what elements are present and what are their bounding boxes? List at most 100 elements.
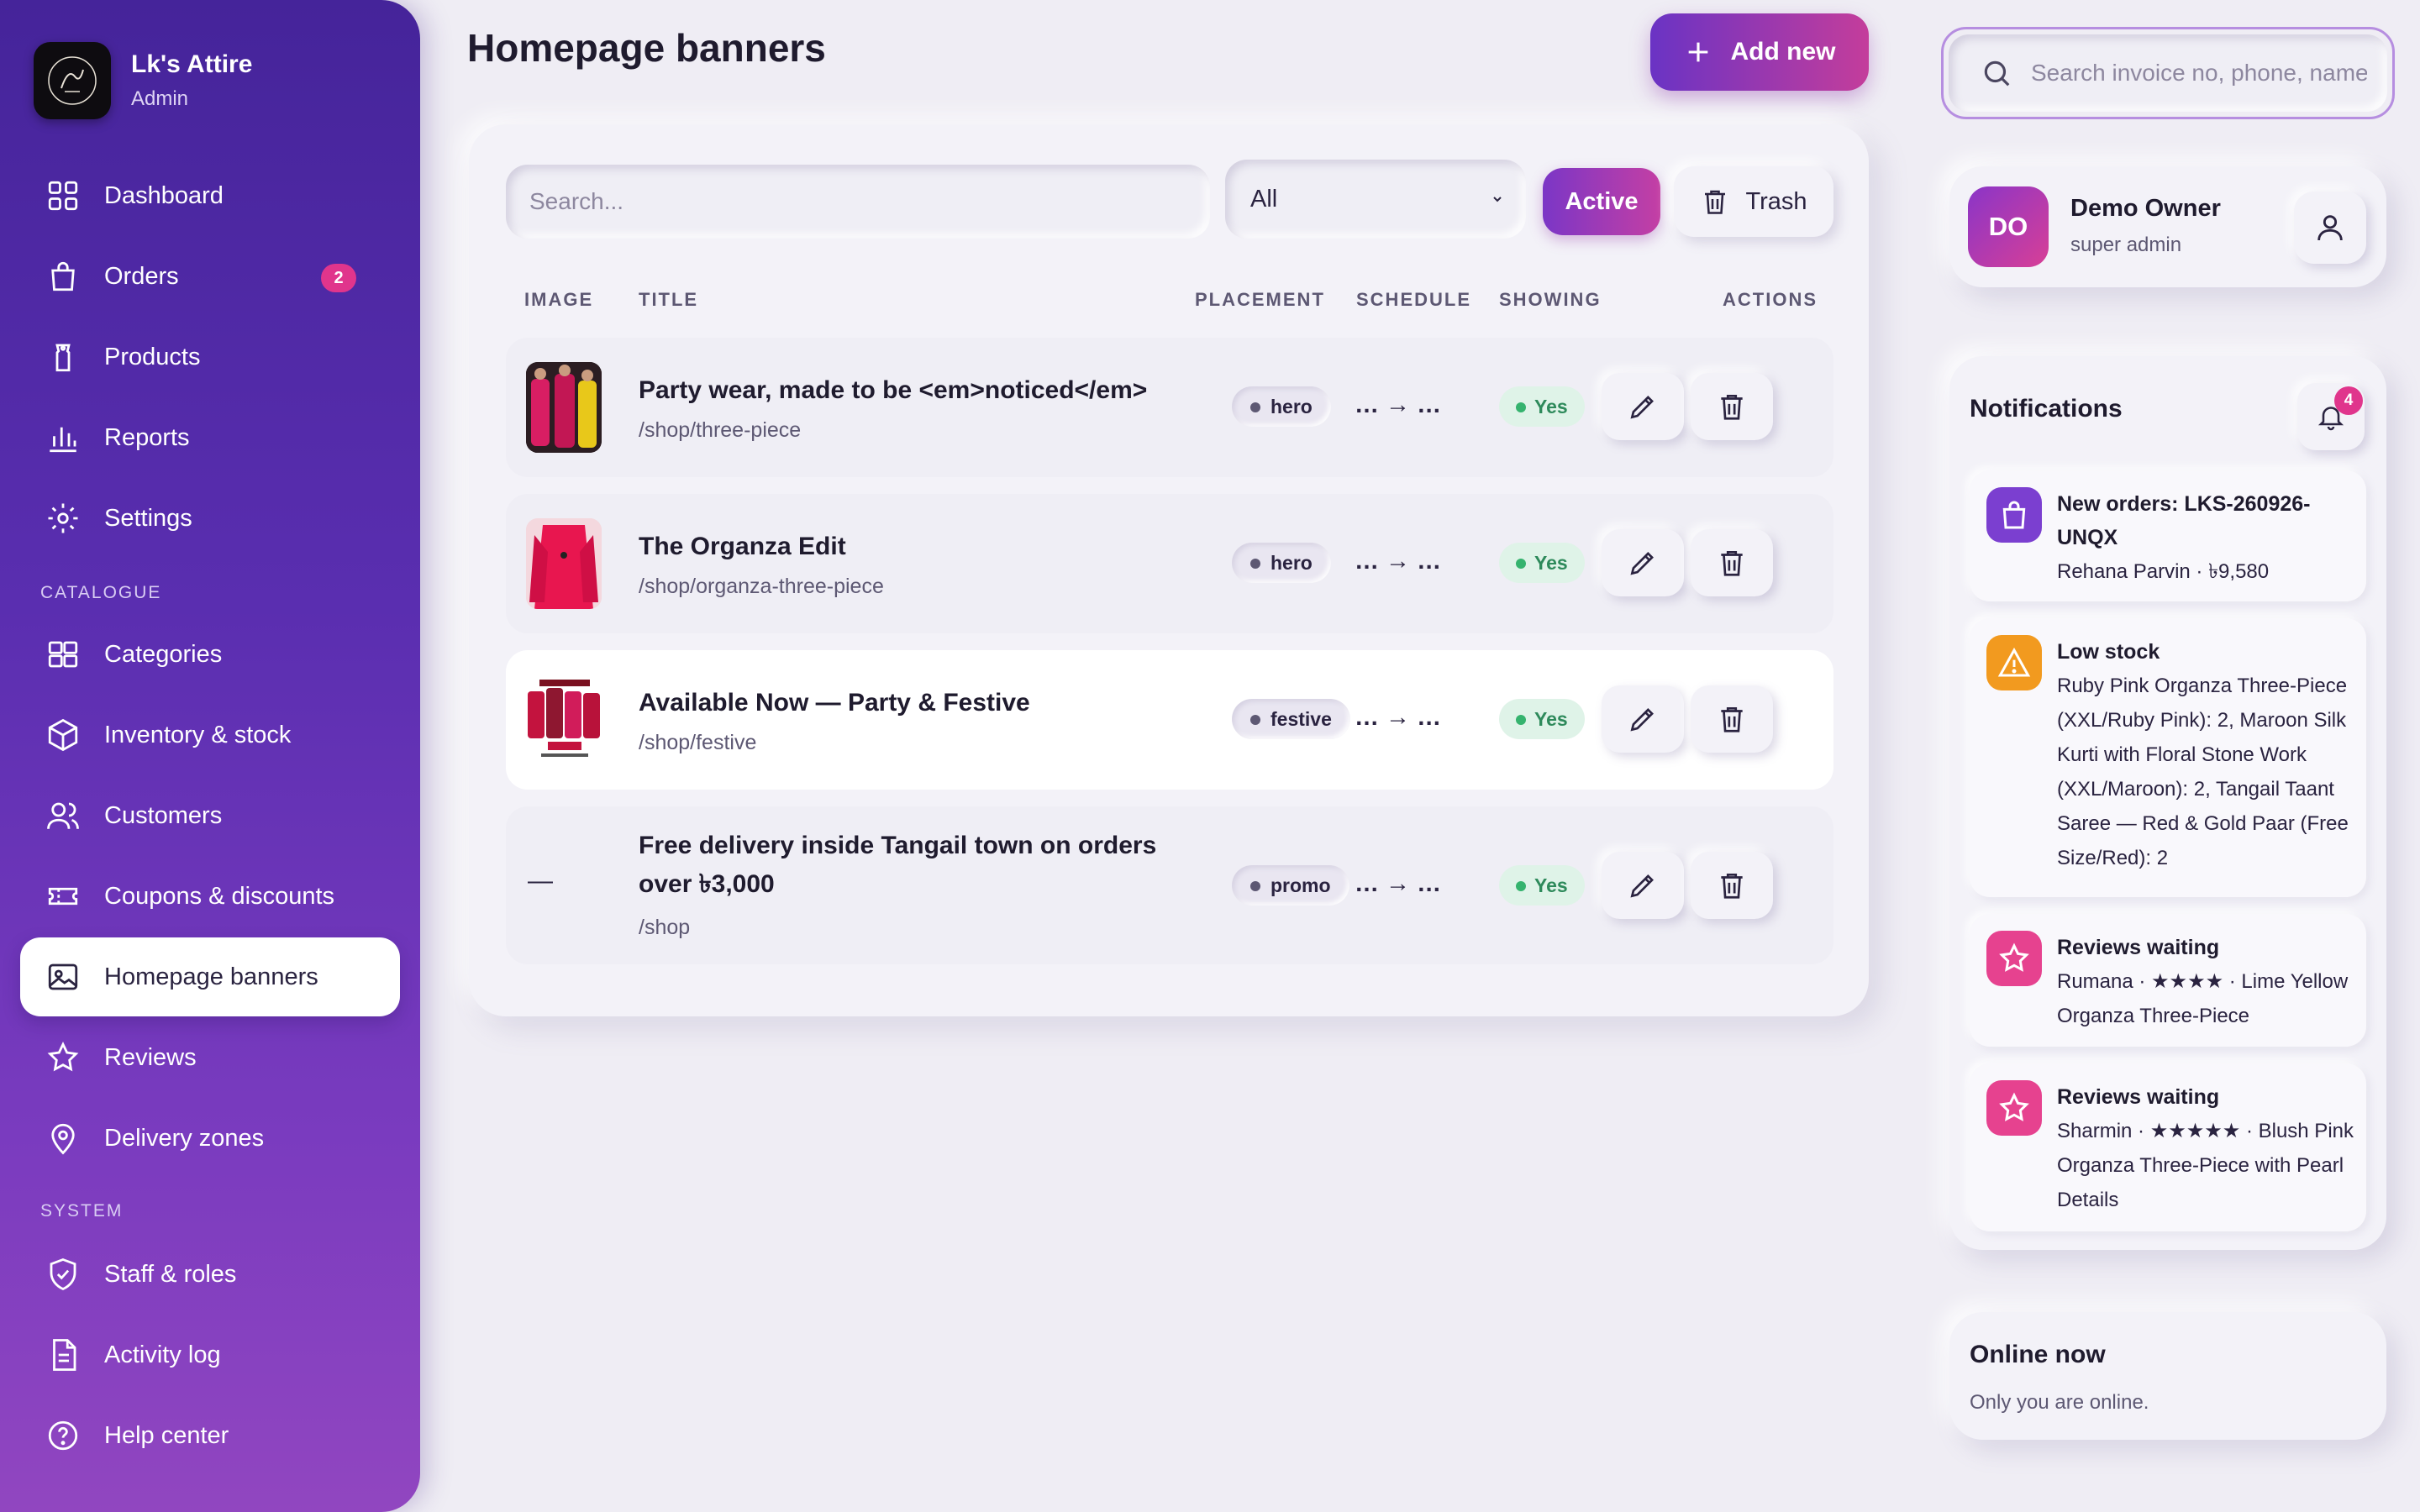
notifications-title: Notifications bbox=[1970, 395, 2123, 423]
table-row[interactable]: — Free delivery inside Tangail town on o… bbox=[506, 806, 1833, 964]
nav-item-categories[interactable]: Categories bbox=[20, 615, 400, 694]
delete-button[interactable] bbox=[1691, 529, 1773, 596]
map-pin-icon bbox=[51, 1123, 75, 1155]
nav-item-coupons[interactable]: Coupons & discounts bbox=[20, 857, 400, 936]
nav-item-staff-roles[interactable]: Staff & roles bbox=[20, 1235, 400, 1314]
showing-badge: Yes bbox=[1499, 699, 1585, 739]
status-select: All bbox=[1225, 160, 1526, 239]
placement-badge: hero bbox=[1232, 386, 1331, 427]
logo-icon bbox=[48, 56, 97, 105]
box-icon bbox=[48, 718, 78, 752]
banner-search bbox=[506, 165, 1210, 239]
pencil-icon bbox=[1630, 396, 1654, 419]
trash-label: Trash bbox=[1745, 187, 1807, 215]
placement-badge: promo bbox=[1232, 865, 1349, 906]
trash-filter-button[interactable]: Trash bbox=[1674, 166, 1833, 237]
notifications-panel: Notifications 4 New orders: LKS-260926-U… bbox=[1949, 356, 2386, 1250]
brand[interactable]: Lk's Attire Admin bbox=[34, 42, 252, 119]
nav-label: Dashboard bbox=[104, 181, 224, 209]
column-header-showing: SHOWING bbox=[1499, 289, 1602, 310]
nav-item-customers[interactable]: Customers bbox=[20, 776, 400, 855]
nav-label: Reviews bbox=[104, 1043, 197, 1071]
nav-item-dashboard[interactable]: Dashboard bbox=[20, 156, 400, 235]
nav-item-activity-log[interactable]: Activity log bbox=[20, 1315, 400, 1394]
showing-badge: Yes bbox=[1499, 386, 1585, 427]
orders-count-badge: 2 bbox=[321, 264, 356, 292]
add-new-label: Add new bbox=[1730, 38, 1836, 66]
nav-item-help-center[interactable]: Help center bbox=[20, 1396, 400, 1475]
banner-title: Party wear, made to be <em>noticed</em> bbox=[639, 376, 1148, 404]
notification-count-badge: 4 bbox=[2334, 386, 2363, 415]
banner-search-input[interactable] bbox=[529, 188, 1185, 215]
notification-title: New orders: LKS-260926-UNQX bbox=[2057, 492, 2311, 549]
banner-link: /shop/organza-three-piece bbox=[639, 575, 884, 598]
pencil-icon bbox=[1630, 874, 1654, 898]
banner-link: /shop bbox=[639, 916, 691, 939]
trash-icon bbox=[1721, 550, 1743, 576]
add-new-button[interactable]: Add new bbox=[1650, 13, 1869, 91]
table-row[interactable]: Party wear, made to be <em>noticed</em> … bbox=[506, 338, 1833, 477]
nav-section-catalogue: CATALOGUE bbox=[40, 583, 162, 602]
nav-label: Products bbox=[104, 343, 201, 370]
nav-item-settings[interactable]: Settings bbox=[20, 479, 400, 558]
profile-button[interactable] bbox=[2294, 192, 2366, 264]
nav-item-products[interactable]: Products bbox=[20, 318, 400, 396]
delete-button[interactable] bbox=[1691, 373, 1773, 440]
edit-button[interactable] bbox=[1602, 529, 1684, 596]
notification-item[interactable]: Reviews waiting Sharmin · ★★★★★ · Blush … bbox=[1970, 1063, 2366, 1231]
delete-button[interactable] bbox=[1691, 685, 1773, 753]
schedule-value: … → … bbox=[1355, 870, 1442, 897]
image-icon bbox=[48, 963, 78, 990]
notification-item[interactable]: Reviews waiting Rumana · ★★★★ · Lime Yel… bbox=[1970, 914, 2366, 1047]
star-icon bbox=[1999, 942, 2029, 972]
global-search-input[interactable] bbox=[2031, 60, 2367, 87]
star-icon bbox=[47, 1042, 79, 1072]
nav-item-reports[interactable]: Reports bbox=[20, 398, 400, 477]
nav-section-system: SYSTEM bbox=[40, 1201, 124, 1221]
delete-button[interactable] bbox=[1691, 852, 1773, 919]
brand-name: Lk's Attire bbox=[131, 50, 253, 78]
edit-button[interactable] bbox=[1602, 373, 1684, 440]
online-subtitle: Only you are online. bbox=[1970, 1391, 2149, 1414]
showing-badge: Yes bbox=[1499, 865, 1585, 906]
trash-icon bbox=[1721, 706, 1743, 732]
placement-badge: festive bbox=[1232, 699, 1350, 739]
banner-title: Available Now — Party & Festive bbox=[639, 689, 1030, 717]
bag-icon bbox=[2002, 501, 2026, 529]
nav-item-reviews[interactable]: Reviews bbox=[20, 1018, 400, 1097]
notification-item[interactable]: New orders: LKS-260926-UNQX Rehana Parvi… bbox=[1970, 470, 2366, 601]
profile-name: Demo Owner bbox=[2070, 195, 2221, 222]
notification-item[interactable]: Low stock Ruby Pink Organza Three-Piece … bbox=[1970, 618, 2366, 897]
document-icon bbox=[53, 1339, 76, 1371]
star-icon bbox=[1999, 1092, 2029, 1121]
nav-item-inventory[interactable]: Inventory & stock bbox=[20, 696, 400, 774]
nav-label: Delivery zones bbox=[104, 1124, 265, 1152]
nav-item-delivery-zones[interactable]: Delivery zones bbox=[20, 1099, 400, 1178]
edit-button[interactable] bbox=[1602, 852, 1684, 919]
users-icon bbox=[47, 802, 79, 829]
table-row[interactable]: Available Now — Party & Festive /shop/fe… bbox=[506, 650, 1833, 790]
status-filter-select[interactable]: All bbox=[1247, 185, 1504, 213]
nav-label: Settings bbox=[104, 504, 192, 532]
notifications-bell-button[interactable]: 4 bbox=[2297, 383, 2365, 450]
avatar: DO bbox=[1968, 186, 2049, 267]
pencil-icon bbox=[1630, 552, 1654, 575]
page-title: Homepage banners bbox=[467, 26, 826, 70]
trash-icon bbox=[1721, 873, 1743, 899]
nav-item-homepage-banners[interactable]: Homepage banners bbox=[20, 937, 400, 1016]
schedule-value: … → … bbox=[1355, 548, 1442, 575]
column-header-placement: PLACEMENT bbox=[1195, 289, 1325, 310]
online-title: Online now bbox=[1970, 1341, 2106, 1368]
help-circle-icon bbox=[48, 1420, 78, 1451]
nav-item-orders[interactable]: Orders 2 bbox=[20, 237, 400, 316]
profile-role: super admin bbox=[2070, 234, 2182, 256]
active-filter-button[interactable]: Active bbox=[1543, 168, 1660, 235]
banner-image bbox=[526, 518, 602, 609]
table-row[interactable]: The Organza Edit /shop/organza-three-pie… bbox=[506, 494, 1833, 633]
bar-chart-icon bbox=[50, 427, 76, 453]
nav-label: Help center bbox=[104, 1421, 229, 1449]
showing-badge: Yes bbox=[1499, 543, 1585, 583]
pencil-icon bbox=[1630, 708, 1654, 732]
edit-button[interactable] bbox=[1602, 685, 1684, 753]
notification-body: Sharmin · ★★★★★ · Blush Pink Organza Thr… bbox=[2057, 1120, 2354, 1211]
